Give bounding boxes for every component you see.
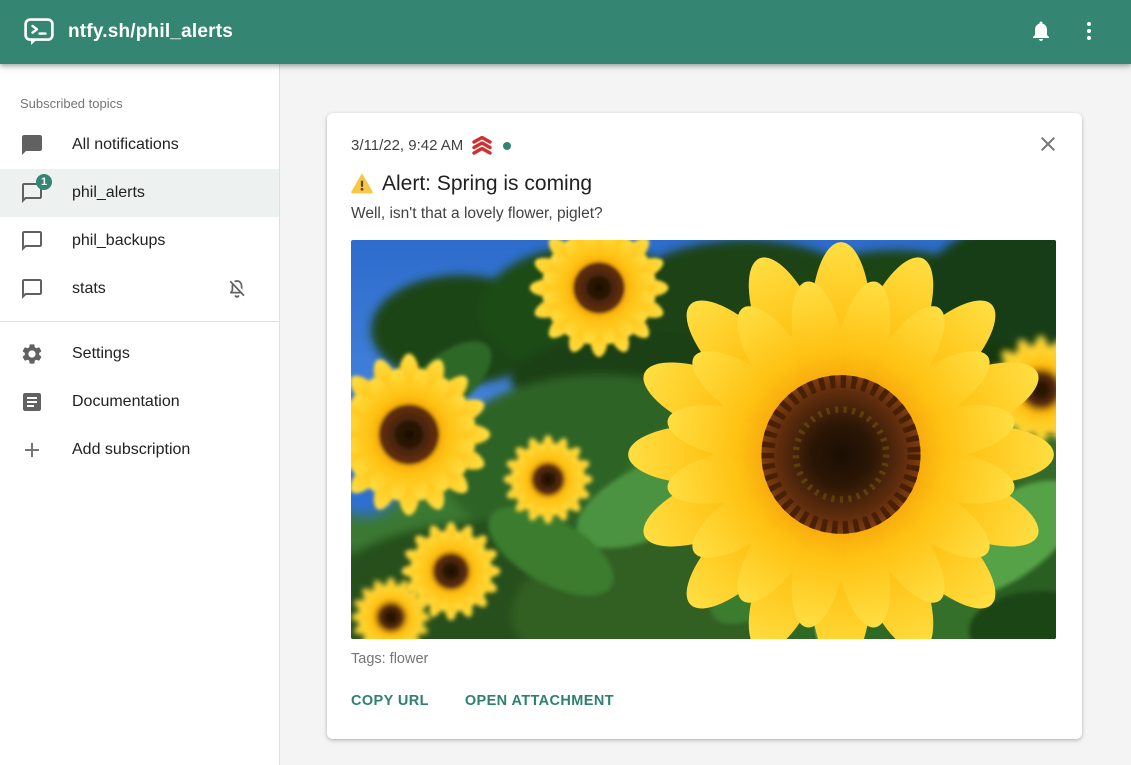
notification-timestamp: 3/11/22, 9:42 AM — [351, 137, 463, 154]
sidebar-item-phil-backups[interactable]: phil_backups — [0, 217, 279, 265]
notification-title: Alert: Spring is coming — [382, 170, 592, 198]
bell-icon — [1029, 19, 1053, 46]
notification-title-row: Alert: Spring is coming — [351, 170, 1058, 198]
notification-actions: COPY URL OPEN ATTACHMENT — [351, 685, 1058, 723]
sidebar-item-label: Documentation — [72, 393, 263, 411]
plus-icon — [20, 438, 44, 462]
sidebar-item-add-subscription[interactable]: Add subscription — [0, 426, 279, 474]
sidebar-item-label: phil_alerts — [72, 184, 263, 202]
sidebar-item-label: All notifications — [72, 136, 263, 154]
notifications-button[interactable] — [1021, 12, 1061, 52]
priority-max-icon — [471, 136, 493, 155]
sidebar-item-all-notifications[interactable]: All notifications — [0, 121, 279, 169]
sidebar-item-label: phil_backups — [72, 232, 263, 250]
sidebar: Subscribed topics All notifications 1 ph… — [0, 64, 280, 765]
ntfy-logo-icon — [24, 18, 54, 46]
sidebar-item-label: stats — [72, 280, 225, 298]
sidebar-item-label: Settings — [72, 345, 263, 363]
chat-bubble-outline-icon: 1 — [20, 181, 44, 205]
sidebar-item-settings[interactable]: Settings — [0, 330, 279, 378]
sidebar-item-label: Add subscription — [72, 441, 263, 459]
appbar-title: ntfy.sh/phil_alerts — [68, 21, 233, 43]
sidebar-item-phil-alerts[interactable]: 1 phil_alerts — [0, 169, 279, 217]
tags-text: Tags: flower — [351, 651, 1058, 667]
sidebar-item-stats[interactable]: stats — [0, 265, 279, 313]
article-icon — [20, 390, 44, 414]
unread-count-badge: 1 — [36, 174, 52, 190]
app-shell: Subscribed topics All notifications 1 ph… — [0, 64, 1131, 765]
subscribed-topics-label: Subscribed topics — [0, 84, 279, 121]
gear-icon — [20, 342, 44, 366]
ntfy-app-window: ntfy.sh/phil_alerts Subscribed topics — [0, 0, 1131, 765]
kebab-menu-icon — [1077, 19, 1101, 46]
notification-card: 3/11/22, 9:42 AM — [327, 113, 1082, 739]
close-notification-button[interactable] — [1030, 127, 1066, 163]
chat-bubble-outline-icon — [20, 277, 44, 301]
attachment-image-sunflowers[interactable] — [351, 240, 1056, 639]
chat-bubble-filled-icon — [20, 133, 44, 157]
chat-bubble-outline-icon — [20, 229, 44, 253]
close-icon — [1036, 132, 1060, 159]
unread-dot-icon — [503, 142, 511, 150]
sidebar-item-documentation[interactable]: Documentation — [0, 378, 279, 426]
notification-header: 3/11/22, 9:42 AM — [351, 133, 1058, 163]
notification-meta: 3/11/22, 9:42 AM — [351, 133, 511, 155]
warning-emoji-icon — [351, 174, 373, 194]
overflow-menu-button[interactable] — [1069, 12, 1109, 52]
sidebar-divider — [0, 321, 279, 322]
main-content: 3/11/22, 9:42 AM — [280, 64, 1131, 765]
bell-off-icon — [225, 277, 249, 301]
notification-body: Well, isn't that a lovely flower, piglet… — [351, 203, 1058, 224]
appbar: ntfy.sh/phil_alerts — [0, 0, 1131, 64]
copy-url-button[interactable]: COPY URL — [343, 685, 437, 717]
open-attachment-button[interactable]: OPEN ATTACHMENT — [457, 685, 622, 717]
